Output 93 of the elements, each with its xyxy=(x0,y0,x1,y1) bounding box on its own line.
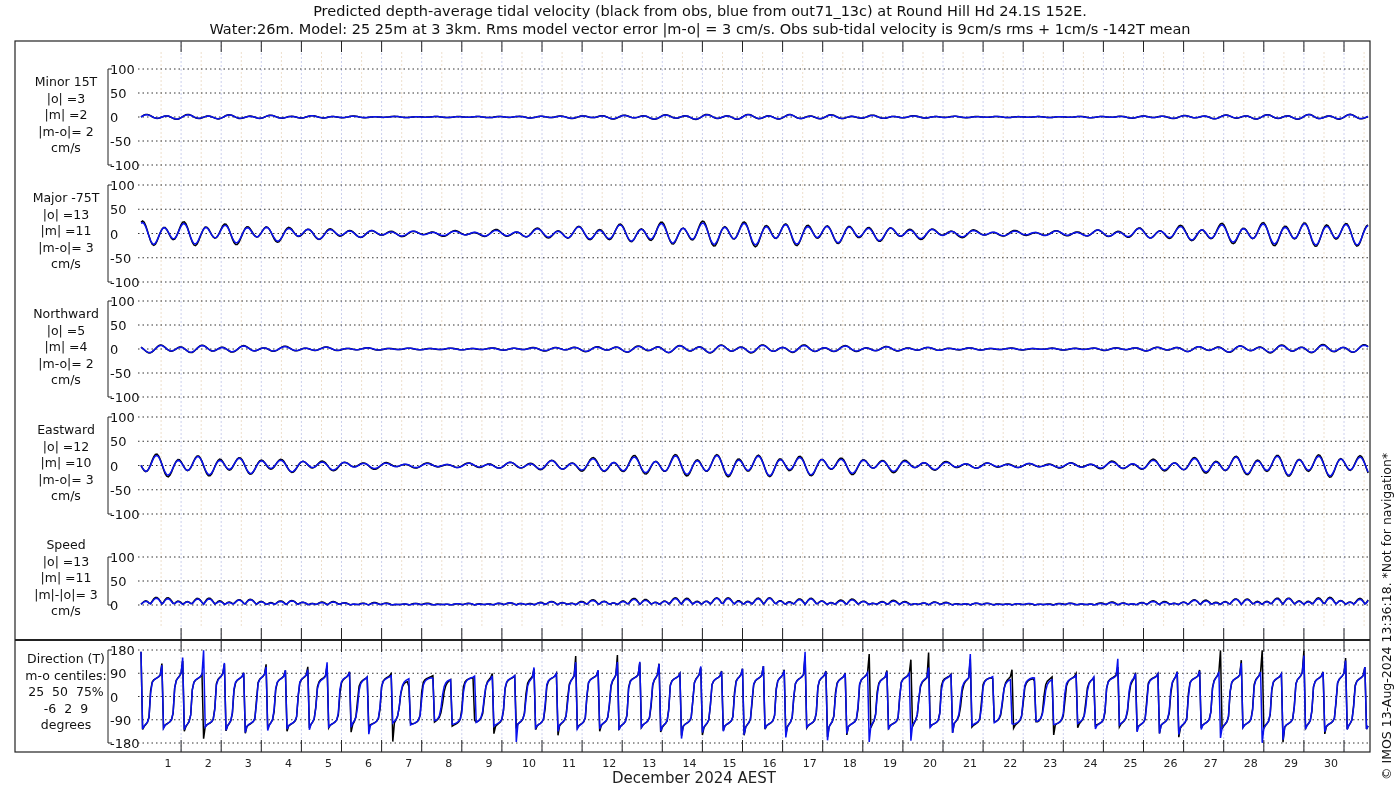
y-tick-label: -180 xyxy=(110,736,140,751)
panel-label: cm/s xyxy=(51,372,81,387)
day-label: 16 xyxy=(762,757,777,770)
y-tick-label: 0 xyxy=(110,342,119,357)
y-tick-label: 100 xyxy=(110,294,135,309)
day-label: 2 xyxy=(204,757,212,770)
panel-label: degrees xyxy=(40,717,92,732)
y-tick-label: 0 xyxy=(110,689,119,705)
panel-label: |m| =11 xyxy=(40,570,92,585)
panel-label: |m|-|o|= 3 xyxy=(34,586,98,602)
panel-label: 25 50 75% xyxy=(28,684,104,699)
day-label: 3 xyxy=(244,757,252,770)
panel-label: cm/s xyxy=(51,140,81,155)
y-tick-label: 50 xyxy=(110,202,127,218)
panel-label: |m| =2 xyxy=(44,107,88,122)
panel-label: |o| =12 xyxy=(42,438,90,454)
panel-label: Major -75T xyxy=(32,190,100,205)
y-tick-label: 180 xyxy=(110,643,135,658)
day-label: 1 xyxy=(164,757,172,770)
day-label: 28 xyxy=(1243,757,1258,770)
day-label: 18 xyxy=(842,757,857,770)
panel-label: cm/s xyxy=(51,488,81,503)
y-tick-label: -50 xyxy=(110,366,132,381)
panel-label: Northward xyxy=(33,306,99,321)
day-label: 26 xyxy=(1163,757,1178,770)
y-tick-label: 100 xyxy=(110,410,135,425)
day-label: 6 xyxy=(365,757,373,770)
day-label: 12 xyxy=(602,757,617,770)
panel-label: |m| =4 xyxy=(44,339,88,354)
panel-label: |o| =13 xyxy=(42,206,90,222)
day-label: 4 xyxy=(284,757,292,770)
day-label: 13 xyxy=(642,757,657,770)
panel-label: |m-o|= 3 xyxy=(38,471,94,487)
panel-label: -6 2 9 xyxy=(43,700,89,716)
day-label: 15 xyxy=(722,757,737,770)
panel-label: Direction (T) xyxy=(27,651,105,666)
y-tick-label: 90 xyxy=(110,666,127,682)
y-tick-label: 50 xyxy=(110,434,127,450)
day-label: 14 xyxy=(682,757,697,770)
y-tick-label: -50 xyxy=(110,250,132,266)
panel-label: |o| =3 xyxy=(46,90,86,106)
panel-label: m-o centiles: xyxy=(25,667,107,683)
panel-label: Eastward xyxy=(37,422,95,437)
y-tick-label: 100 xyxy=(110,62,135,77)
day-label: 5 xyxy=(325,757,332,770)
y-tick-label: 100 xyxy=(110,178,135,193)
panel-label: |m-o|= 3 xyxy=(38,239,94,255)
day-label: 7 xyxy=(405,757,413,770)
y-tick-label: -100 xyxy=(110,275,140,290)
y-tick-label: -50 xyxy=(110,134,132,149)
day-label: 8 xyxy=(445,757,453,770)
panel-label: cm/s xyxy=(51,256,81,271)
day-label: 24 xyxy=(1083,757,1098,770)
x-axis-title: December 2024 AEST xyxy=(612,769,776,787)
day-label: 29 xyxy=(1283,757,1298,770)
day-label: 19 xyxy=(882,757,897,770)
panel-label: |m-o|= 2 xyxy=(38,123,94,139)
y-tick-label: 0 xyxy=(110,110,119,125)
y-tick-label: 50 xyxy=(110,318,127,333)
panel-label: |o| =13 xyxy=(42,553,90,569)
copyright-text: © IMOS 13-Aug-2024 13:36:18. *Not for navigation* xyxy=(1379,452,1394,780)
y-tick-label: -100 xyxy=(110,507,140,522)
panel-label: Minor 15T xyxy=(34,74,98,89)
y-tick-label: 0 xyxy=(110,226,119,242)
day-label: 17 xyxy=(802,757,817,770)
day-label: 25 xyxy=(1123,757,1138,770)
panel-label: Speed xyxy=(46,537,86,552)
y-tick-label: 100 xyxy=(110,550,135,565)
panel-label: |m| =11 xyxy=(40,223,92,238)
chart-title: Predicted depth-average tidal velocity (black from obs, blue from out71_13c) at Round Hill Hd 24.1S 152E. xyxy=(313,3,1087,19)
y-tick-label: 0 xyxy=(110,458,119,474)
day-label: 21 xyxy=(963,757,978,770)
y-tick-label: 50 xyxy=(110,574,127,589)
y-tick-label: 50 xyxy=(110,86,127,101)
day-label: 9 xyxy=(485,757,493,770)
y-tick-label: 0 xyxy=(110,598,119,613)
day-label: 30 xyxy=(1324,757,1338,770)
day-label: 11 xyxy=(562,757,577,770)
chart-title: Water:26m. Model: 25 25m at 3 3km. Rms model vector error |m-o| = 3 cm/s. Obs sub-tidal velocity is 9cm/s rms + 1cm/s -142T mean xyxy=(209,21,1191,37)
day-label: 27 xyxy=(1203,757,1218,770)
day-label: 10 xyxy=(522,757,536,770)
day-label: 20 xyxy=(923,757,937,770)
panel-label: cm/s xyxy=(51,603,81,618)
panel-label: |m-o|= 2 xyxy=(38,355,94,371)
y-axis xyxy=(107,556,113,606)
y-tick-label: -90 xyxy=(110,712,132,728)
day-label: 23 xyxy=(1043,757,1058,770)
y-tick-label: -100 xyxy=(110,158,140,173)
day-label: 22 xyxy=(1003,757,1018,770)
y-tick-label: -100 xyxy=(110,390,140,405)
panel-label: |o| =5 xyxy=(46,322,86,338)
panel-label: |m| =10 xyxy=(40,455,92,470)
y-tick-label: -50 xyxy=(110,482,132,498)
